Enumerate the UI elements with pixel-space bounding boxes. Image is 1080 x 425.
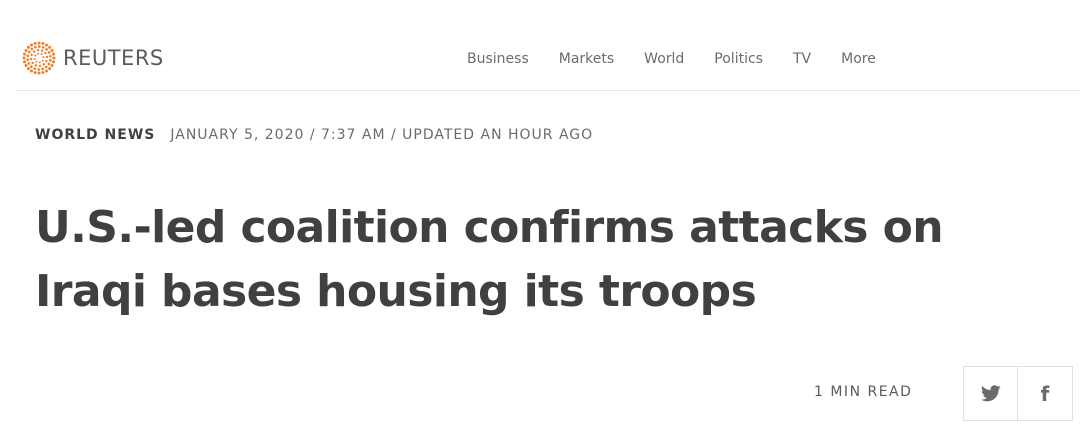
- logo-dot: [30, 69, 33, 73]
- nav-item-business[interactable]: Business: [467, 51, 529, 67]
- logo-dot: [47, 51, 51, 54]
- logo-dot: [34, 64, 38, 67]
- logo-dot: [33, 57, 36, 60]
- logo-dot: [50, 49, 54, 52]
- logo-dot: [51, 52, 55, 56]
- logo-dot: [26, 58, 29, 62]
- reuters-logo-icon: [22, 41, 56, 75]
- logo-dot: [42, 56, 45, 59]
- logo-dot: [35, 60, 38, 63]
- logo-dot: [37, 45, 41, 48]
- logo-dot: [37, 41, 41, 45]
- facebook-icon: f: [1040, 381, 1050, 406]
- logo-dot: [30, 65, 33, 68]
- logo-dot: [38, 61, 41, 64]
- logo-dot: [24, 64, 28, 67]
- logo-dot: [27, 50, 31, 54]
- logo-dot: [36, 48, 40, 52]
- logo-dot: [33, 67, 37, 71]
- logo-dot: [41, 70, 45, 74]
- logo-dot: [40, 49, 44, 52]
- logo-text: REUTERS: [63, 46, 164, 70]
- logo-dot: [50, 64, 54, 67]
- nav-item-politics[interactable]: Politics: [714, 51, 763, 67]
- nav-item-tv[interactable]: TV: [793, 51, 811, 67]
- twitter-icon: [980, 385, 1001, 402]
- logo-dot: [37, 71, 41, 75]
- logo-dot: [23, 52, 27, 56]
- logo-dot: [33, 70, 37, 74]
- logo-dot: [37, 68, 41, 71]
- article-page: REUTERS Business Markets World Politics …: [0, 0, 1080, 425]
- facebook-share-button[interactable]: f: [1018, 366, 1073, 421]
- dateline: JANUARY 5, 2020 / 7:37 AM / UPDATED AN H…: [170, 127, 594, 143]
- logo-dot: [45, 55, 49, 59]
- logo-dot: [49, 54, 52, 58]
- twitter-share-button[interactable]: [963, 366, 1018, 421]
- logo-dot: [45, 69, 48, 73]
- logo-dot: [26, 67, 30, 71]
- share-buttons: f: [963, 366, 1073, 421]
- site-header: REUTERS Business Markets World Politics …: [16, 0, 1080, 91]
- nav-item-world[interactable]: World: [644, 51, 684, 67]
- read-time: 1 MIN READ: [814, 384, 913, 400]
- reuters-logo[interactable]: REUTERS: [22, 40, 164, 76]
- logo-dot: [44, 51, 47, 55]
- logo-dot: [26, 45, 30, 49]
- logo-dot: [42, 63, 46, 66]
- logo-dot: [41, 45, 45, 49]
- logo-dot: [22, 56, 26, 60]
- logo-dot: [41, 59, 44, 62]
- logo-dot: [52, 56, 56, 60]
- section-link[interactable]: WORLD NEWS: [35, 127, 155, 143]
- logo-dot: [48, 45, 52, 49]
- logo-dot: [24, 49, 28, 52]
- logo-dot: [33, 45, 37, 49]
- nav-item-more[interactable]: More: [841, 51, 876, 67]
- logo-dot: [30, 43, 33, 47]
- logo-dot: [34, 54, 37, 57]
- logo-dot: [51, 60, 55, 64]
- logo-dot: [30, 53, 33, 57]
- logo-dot: [45, 48, 48, 51]
- logo-dot: [29, 57, 33, 61]
- logo-dot: [38, 64, 42, 68]
- logo-dot: [26, 54, 30, 58]
- logo-dot: [23, 60, 27, 64]
- article-meta: WORLD NEWS JANUARY 5, 2020 / 7:37 AM / U…: [35, 126, 593, 144]
- logo-dot: [48, 58, 52, 62]
- logo-dot: [41, 42, 45, 46]
- nav-item-markets[interactable]: Markets: [559, 51, 614, 67]
- logo-dot: [48, 67, 52, 71]
- main-nav: Business Markets World Politics TV More: [467, 49, 876, 69]
- logo-dot: [40, 53, 43, 56]
- logo-dot: [32, 50, 36, 53]
- logo-dot: [31, 61, 34, 65]
- logo-dot: [45, 59, 48, 63]
- logo-dot: [37, 52, 40, 55]
- logo-dot: [45, 43, 48, 47]
- logo-dot: [30, 47, 34, 51]
- logo-dot: [44, 65, 48, 69]
- article-headline: U.S.-led coalition confirms attacks on I…: [35, 202, 944, 317]
- logo-dot: [33, 42, 37, 46]
- logo-dot: [47, 62, 51, 66]
- logo-dot: [27, 62, 31, 65]
- logo-dot: [41, 67, 45, 71]
